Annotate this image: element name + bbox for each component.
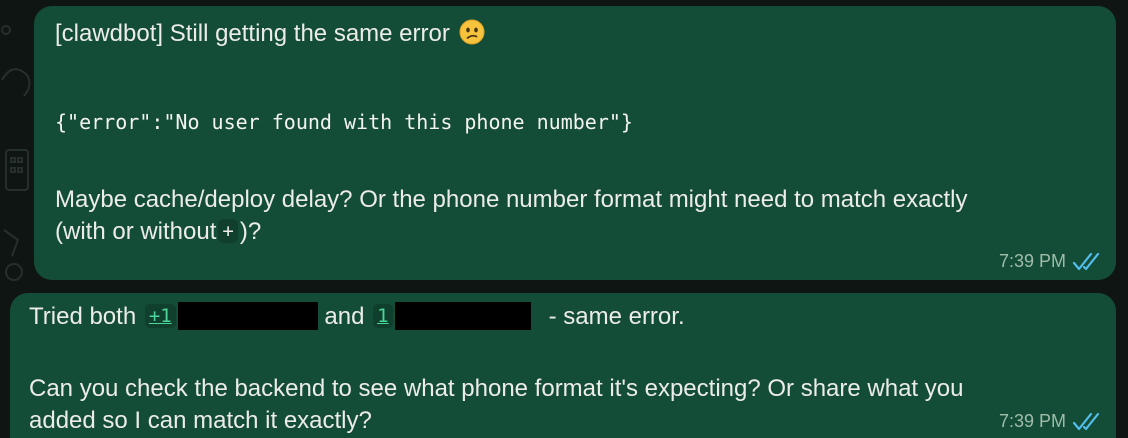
read-double-check-icon xyxy=(1072,252,1100,270)
read-double-check-icon xyxy=(1072,412,1100,430)
redacted-phone-2 xyxy=(394,302,531,330)
message-2-paragraph: Can you check the backend to see what ph… xyxy=(29,373,1092,437)
message-2-para-line1: Can you check the backend to see what ph… xyxy=(29,375,964,402)
message-2-lead: Tried both xyxy=(29,303,137,330)
phone-code-link-1[interactable]: +1 xyxy=(144,304,176,328)
message-2-first-line: Tried both +1 and 1 - same error. xyxy=(29,301,1092,333)
message-1-paragraph: Maybe cache/deploy delay? Or the phone n… xyxy=(55,184,1092,248)
message-2-mid: and xyxy=(324,303,365,330)
message-1-time: 7:39 PM xyxy=(998,251,1066,271)
message-2-meta: 7:39 PM xyxy=(999,411,1102,432)
message-bubble-1[interactable]: [clawdbot] Still getting the same error … xyxy=(34,6,1116,280)
message-1-meta: 7:39 PM xyxy=(999,251,1102,272)
message-1-line2-text-a: (with or without xyxy=(55,218,217,245)
message-1-para-line1: Maybe cache/deploy delay? Or the phone n… xyxy=(55,186,968,213)
message-1-title: [clawdbot] Still getting the same error xyxy=(55,20,450,47)
message-bubble-2[interactable]: Tried both +1 and 1 - same error. Can you… xyxy=(10,293,1116,438)
plus-inline-code: + xyxy=(218,219,238,243)
message-2-para-line2: added so I can match it exactly? xyxy=(29,407,372,434)
message-2-time: 7:39 PM xyxy=(998,411,1066,431)
error-code-block: {"error":"No user found with this phone … xyxy=(55,110,633,134)
message-1-para-line2: (with or without +)? xyxy=(55,216,1092,248)
redacted-phone-1 xyxy=(177,302,318,330)
confused-face-icon xyxy=(459,19,485,45)
message-2-tail: - same error. xyxy=(548,303,685,330)
phone-code-link-2[interactable]: 1 xyxy=(373,304,393,328)
message-1-first-line: [clawdbot] Still getting the same error xyxy=(55,18,1092,50)
message-1-line2-text-b: )? xyxy=(239,218,262,245)
